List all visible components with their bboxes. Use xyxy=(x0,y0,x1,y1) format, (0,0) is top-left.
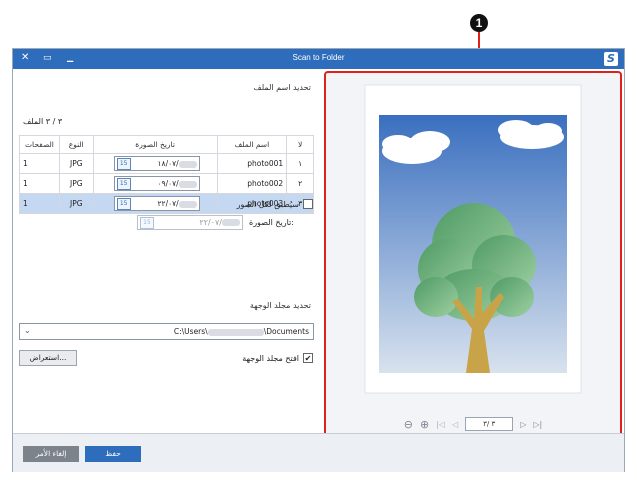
image-date-value: ٢٢/٠٧/ xyxy=(199,218,222,227)
folder-path-text: C:\Users\ \Documents xyxy=(174,327,309,336)
cell-pages: 1 xyxy=(19,153,60,174)
date-picker[interactable]: 15 ٢٢/٠٧/ xyxy=(113,196,200,211)
title-bar: ✕ ▭ ▁ Scan to Folder S xyxy=(13,49,624,69)
bottom-bar: إلغاء الأمر حفظ xyxy=(13,433,624,472)
path-suffix: \Documents xyxy=(263,327,309,336)
page-number-field[interactable]: ٣ /٣ xyxy=(465,417,514,431)
image-date-label: تاريخ الصورة: xyxy=(249,218,294,227)
cell-filename: photo002 xyxy=(216,173,288,194)
col-pages[interactable]: الصفحات xyxy=(19,135,60,154)
obscured-year xyxy=(222,219,240,226)
calendar-icon: 15 xyxy=(140,216,154,229)
folder-path-dropdown[interactable]: ⌄ C:\Users\ \Documents xyxy=(19,323,314,340)
cell-number: ١ xyxy=(286,153,314,174)
calendar-icon[interactable]: 15 xyxy=(116,197,131,210)
date-value: ٢٢/٠٧/ xyxy=(157,199,179,208)
date-value: ١٨/٠٧/ xyxy=(157,159,179,168)
next-page-icon[interactable]: ▷ xyxy=(520,420,526,429)
preview-navigation: ⊖ ⊕ |◁ ◁ ٣ /٣ ▷ ▷| xyxy=(326,413,620,435)
cell-filename: photo001 xyxy=(216,153,288,174)
settings-panel: تحديد اسم الملف ٣ / ٣ الملف الصفحات النو… xyxy=(13,69,319,433)
callout-number: 1 xyxy=(470,14,488,32)
browse-button[interactable]: استعراض... xyxy=(19,350,77,366)
obscured-username xyxy=(207,328,264,336)
save-button[interactable]: حفظ xyxy=(85,446,141,462)
col-date[interactable]: تاريخ الصورة xyxy=(92,135,218,154)
cell-type: JPG xyxy=(58,173,94,194)
window-title: Scan to Folder xyxy=(292,53,345,62)
file-counter: ٣ / ٣ الملف xyxy=(23,117,63,126)
chevron-down-icon[interactable]: ⌄ xyxy=(24,326,31,335)
apply-all-label: سيُطبق لكل الصور xyxy=(236,199,299,209)
obscured-year xyxy=(178,200,197,208)
scan-to-folder-window: ✕ ▭ ▁ Scan to Folder S تحديد اسم الملف ٣… xyxy=(12,48,625,472)
app-logo-icon: S xyxy=(604,52,618,66)
table-row[interactable]: 1 JPG 15 ١٨/٠٧/ photo001 ١ xyxy=(19,153,314,174)
cancel-button[interactable]: إلغاء الأمر xyxy=(23,446,79,462)
open-folder-label: افتح مجلد الوجهة xyxy=(242,353,299,363)
first-page-icon[interactable]: |◁ xyxy=(436,420,445,429)
cell-number: ٢ xyxy=(286,173,314,194)
path-prefix: C:\Users\ xyxy=(173,327,208,336)
date-value: ٠٩/٠٧/ xyxy=(157,179,179,188)
zoom-out-icon[interactable]: ⊖ xyxy=(404,418,413,431)
last-page-icon[interactable]: ▷| xyxy=(533,420,542,429)
date-picker[interactable]: 15 ١٨/٠٧/ xyxy=(113,156,200,171)
cell-type: JPG xyxy=(58,153,94,174)
cell-pages: 1 xyxy=(19,193,60,214)
previous-page-icon[interactable]: ◁ xyxy=(452,420,458,429)
obscured-year xyxy=(178,180,197,188)
preview-image xyxy=(364,84,582,394)
open-folder-row: افتح مجلد الوجهة ✔ xyxy=(242,353,313,363)
zoom-in-icon[interactable]: ⊕ xyxy=(420,418,429,431)
obscured-year xyxy=(178,160,197,168)
image-date-field: 15 ٢٢/٠٧/ xyxy=(137,215,243,230)
image-date-row: 15 ٢٢/٠٧/ تاريخ الصورة: xyxy=(137,215,294,230)
cell-type: JPG xyxy=(58,193,94,214)
open-folder-checkbox[interactable]: ✔ xyxy=(303,353,313,363)
calendar-icon[interactable]: 15 xyxy=(116,157,131,170)
apply-all-checkbox[interactable] xyxy=(303,199,313,209)
folder-section-title: تحديد مجلد الوجهة xyxy=(249,301,311,310)
col-number[interactable]: لا xyxy=(286,135,314,154)
filename-section-title: تحديد اسم الملف xyxy=(253,83,311,92)
preview-panel: ⊖ ⊕ |◁ ◁ ٣ /٣ ▷ ▷| xyxy=(324,71,622,437)
col-type[interactable]: النوع xyxy=(58,135,94,154)
apply-all-row: سيُطبق لكل الصور xyxy=(237,199,313,209)
col-filename[interactable]: اسم الملف xyxy=(216,135,288,154)
table-row[interactable]: 1 JPG 15 ٠٩/٠٧/ photo002 ٢ xyxy=(19,173,314,194)
date-picker[interactable]: 15 ٠٩/٠٧/ xyxy=(113,176,200,191)
cell-pages: 1 xyxy=(19,173,60,194)
calendar-icon[interactable]: 15 xyxy=(116,177,131,190)
